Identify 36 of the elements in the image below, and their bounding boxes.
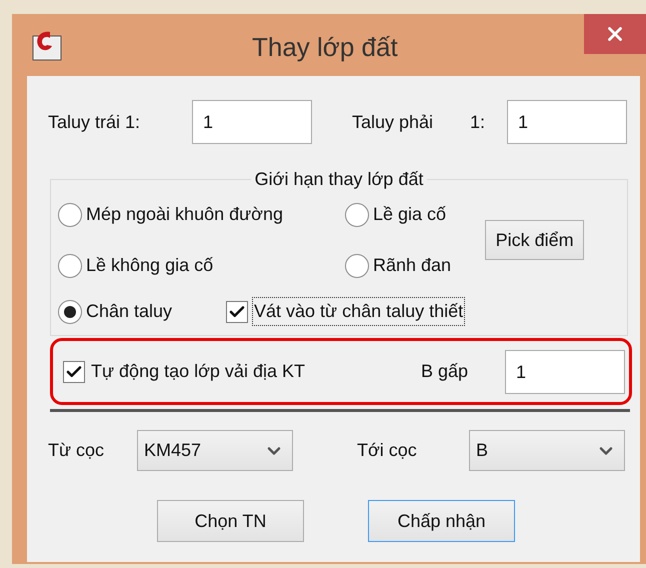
radio-option[interactable]: Lề không gia cố xyxy=(58,252,345,279)
radio-option[interactable]: Lề gia cố xyxy=(345,201,446,228)
radio-label: Mép ngoài khuôn đường xyxy=(86,203,283,226)
dialog-button[interactable]: Chấp nhận xyxy=(368,500,515,542)
field-label: Taluy trái 1: xyxy=(48,110,142,134)
text-field[interactable]: 1 xyxy=(192,100,312,144)
dropdown[interactable]: B xyxy=(469,430,625,471)
field-label: Taluy phải xyxy=(352,110,434,134)
radio-option[interactable]: Mép ngoài khuôn đường xyxy=(58,201,345,228)
dropdown[interactable]: KM457 xyxy=(137,430,293,471)
text-field[interactable]: 1 xyxy=(505,350,625,394)
group-title: Giới hạn thay lớp đất xyxy=(254,168,424,191)
radio-button[interactable] xyxy=(58,254,82,278)
checkbox[interactable] xyxy=(63,360,85,382)
radio-button[interactable] xyxy=(345,254,369,278)
radio-label: Lề gia cố xyxy=(373,203,446,226)
radio-button[interactable] xyxy=(58,300,82,324)
radio-option[interactable]: Chân taluy xyxy=(58,298,226,325)
close-button[interactable] xyxy=(584,14,646,54)
field-label: Tới cọc xyxy=(357,439,418,462)
field-label: 1: xyxy=(470,110,486,134)
radio-button[interactable] xyxy=(345,202,369,226)
radio-label: Lề không gia cố xyxy=(86,254,214,277)
dialog-button[interactable]: Chọn TN xyxy=(157,500,304,542)
radio-label: Chân taluy xyxy=(86,300,172,323)
checkbox-label[interactable]: Vát vào từ chân taluy thiết xyxy=(252,297,466,326)
field-label: Từ cọc xyxy=(48,439,106,462)
field-label: B gấp xyxy=(421,360,470,383)
radio-label: Rãnh đan xyxy=(373,254,452,277)
checkbox[interactable] xyxy=(226,300,248,322)
radio-button[interactable] xyxy=(58,202,82,226)
radio-option[interactable]: Rãnh đan xyxy=(345,252,452,279)
text-field[interactable]: 1 xyxy=(507,100,627,144)
checkbox-label[interactable]: Tự động tạo lớp vải địa KT xyxy=(91,358,421,385)
pick-point-button[interactable]: Pick điểm xyxy=(485,220,584,260)
window-title: Thay lớp đất xyxy=(252,31,398,64)
